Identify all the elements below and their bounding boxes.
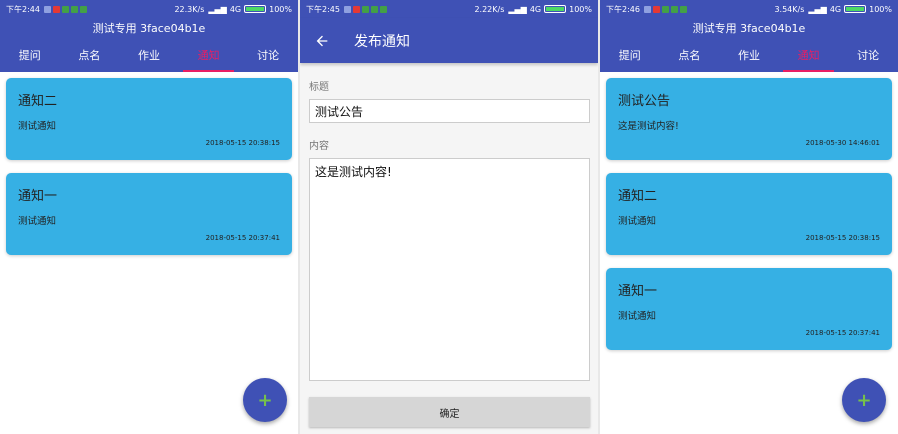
toolbar: 发布通知 xyxy=(300,18,598,63)
notification-icons xyxy=(43,5,87,13)
notice-card[interactable]: 测试公告 这是测试内容! 2018-05-30 14:46:01 xyxy=(606,78,892,160)
notice-title: 通知一 xyxy=(618,284,658,299)
battery-icon xyxy=(544,5,567,13)
network-speed: 2.22K/s xyxy=(474,4,505,14)
signal-icon: ▂▄▆ xyxy=(208,4,227,14)
plus-icon: + xyxy=(257,389,273,411)
notice-body: 这是测试内容! xyxy=(618,121,679,132)
notice-time: 2018-05-15 20:37:41 xyxy=(205,234,280,242)
add-notice-button[interactable]: + xyxy=(842,378,886,422)
course-title: 测试专用 3face04b1e xyxy=(600,18,898,38)
network-type: 4G xyxy=(229,4,242,14)
title-label: 标题 xyxy=(309,82,329,93)
arrow-back-icon[interactable] xyxy=(314,33,330,49)
tab-homework[interactable]: 作业 xyxy=(119,38,179,72)
notice-title: 通知二 xyxy=(18,94,58,109)
tab-bar: 提问 点名 作业 通知 讨论 xyxy=(600,38,898,72)
content-label: 内容 xyxy=(309,141,329,152)
battery-icon xyxy=(844,5,867,13)
tab-discussion[interactable]: 讨论 xyxy=(238,38,298,72)
publish-notice-screen: 下午2:45 2.22K/s ▂▄▆ 4G 100% 发布通知 标题 测试公告 … xyxy=(300,0,598,434)
notice-list-screen-2: 下午2:46 3.54K/s ▂▄▆ 4G 100% 测试专用 3face04b… xyxy=(600,0,898,434)
network-type: 4G xyxy=(829,4,842,14)
notice-time: 2018-05-15 20:38:15 xyxy=(805,234,880,242)
page-title: 发布通知 xyxy=(354,33,410,50)
app-notification-icon xyxy=(643,5,651,13)
notice-title: 通知二 xyxy=(618,189,658,204)
app-notification-icon xyxy=(352,5,360,13)
notice-card[interactable]: 通知一 测试通知 2018-05-15 20:37:41 xyxy=(6,173,292,255)
tab-homework[interactable]: 作业 xyxy=(719,38,779,72)
app-notification-icon xyxy=(652,5,660,13)
tab-attendance[interactable]: 点名 xyxy=(60,38,120,72)
notice-card[interactable]: 通知一 测试通知 2018-05-15 20:37:41 xyxy=(606,268,892,350)
battery-icon xyxy=(244,5,267,13)
notice-title: 通知一 xyxy=(18,189,58,204)
app-notification-icon xyxy=(679,5,687,13)
notice-body: 测试通知 xyxy=(618,216,657,227)
tab-notice[interactable]: 通知 xyxy=(179,38,239,72)
status-bar: 下午2:44 22.3K/s ▂▄▆ 4G 100% xyxy=(0,0,298,18)
notice-time: 2018-05-15 20:38:15 xyxy=(205,139,280,147)
app-notification-icon xyxy=(61,5,69,13)
notice-card[interactable]: 通知二 测试通知 2018-05-15 20:38:15 xyxy=(606,173,892,255)
status-time: 下午2:46 xyxy=(606,4,640,14)
app-notification-icon xyxy=(52,5,60,13)
network-speed: 22.3K/s xyxy=(174,4,205,14)
tab-bar: 提问 点名 作业 通知 讨论 xyxy=(0,38,298,72)
notice-list-screen-1: 下午2:44 22.3K/s ▂▄▆ 4G 100% 测试专用 3face04b… xyxy=(0,0,298,434)
app-notification-icon xyxy=(670,5,678,13)
app-notification-icon xyxy=(79,5,87,13)
app-notification-icon xyxy=(370,5,378,13)
status-time: 下午2:45 xyxy=(306,4,340,14)
signal-icon: ▂▄▆ xyxy=(808,4,827,14)
network-speed: 3.54K/s xyxy=(774,4,805,14)
notice-body: 测试通知 xyxy=(18,216,57,227)
notice-form: 标题 内容 这是测试内容! 确定 xyxy=(300,78,598,427)
notice-card[interactable]: 通知二 测试通知 2018-05-15 20:38:15 xyxy=(6,78,292,160)
status-bar: 下午2:46 3.54K/s ▂▄▆ 4G 100% xyxy=(600,0,898,18)
tab-question[interactable]: 提问 xyxy=(0,38,60,72)
battery-level: 100% xyxy=(569,4,592,14)
notification-icons xyxy=(643,5,687,13)
notice-list: 通知二 测试通知 2018-05-15 20:38:15 通知一 测试通知 20… xyxy=(0,72,298,255)
app-notification-icon xyxy=(661,5,669,13)
notice-body: 测试通知 xyxy=(18,121,57,132)
notice-list: 测试公告 这是测试内容! 2018-05-30 14:46:01 通知二 测试通… xyxy=(600,72,898,350)
notice-body: 测试通知 xyxy=(618,311,657,322)
notice-time: 2018-05-30 14:46:01 xyxy=(805,139,880,147)
course-title: 测试专用 3face04b1e xyxy=(0,18,298,38)
status-bar: 下午2:45 2.22K/s ▂▄▆ 4G 100% xyxy=(300,0,598,18)
app-notification-icon xyxy=(379,5,387,13)
notification-icons xyxy=(343,5,387,13)
tab-attendance[interactable]: 点名 xyxy=(660,38,720,72)
battery-level: 100% xyxy=(269,4,292,14)
signal-icon: ▂▄▆ xyxy=(508,4,527,14)
tab-question[interactable]: 提问 xyxy=(600,38,660,72)
title-input[interactable] xyxy=(309,99,590,123)
confirm-button[interactable]: 确定 xyxy=(309,397,590,427)
content-textarea[interactable]: 这是测试内容! xyxy=(309,158,590,381)
notice-time: 2018-05-15 20:37:41 xyxy=(805,329,880,337)
status-time: 下午2:44 xyxy=(6,4,40,14)
tab-notice[interactable]: 通知 xyxy=(779,38,839,72)
plus-icon: + xyxy=(856,389,872,411)
network-type: 4G xyxy=(529,4,542,14)
notice-title: 测试公告 xyxy=(618,94,671,109)
app-notification-icon xyxy=(343,5,351,13)
tab-discussion[interactable]: 讨论 xyxy=(838,38,898,72)
battery-level: 100% xyxy=(869,4,892,14)
add-notice-button[interactable]: + xyxy=(243,378,287,422)
app-notification-icon xyxy=(70,5,78,13)
app-notification-icon xyxy=(361,5,369,13)
app-notification-icon xyxy=(43,5,51,13)
